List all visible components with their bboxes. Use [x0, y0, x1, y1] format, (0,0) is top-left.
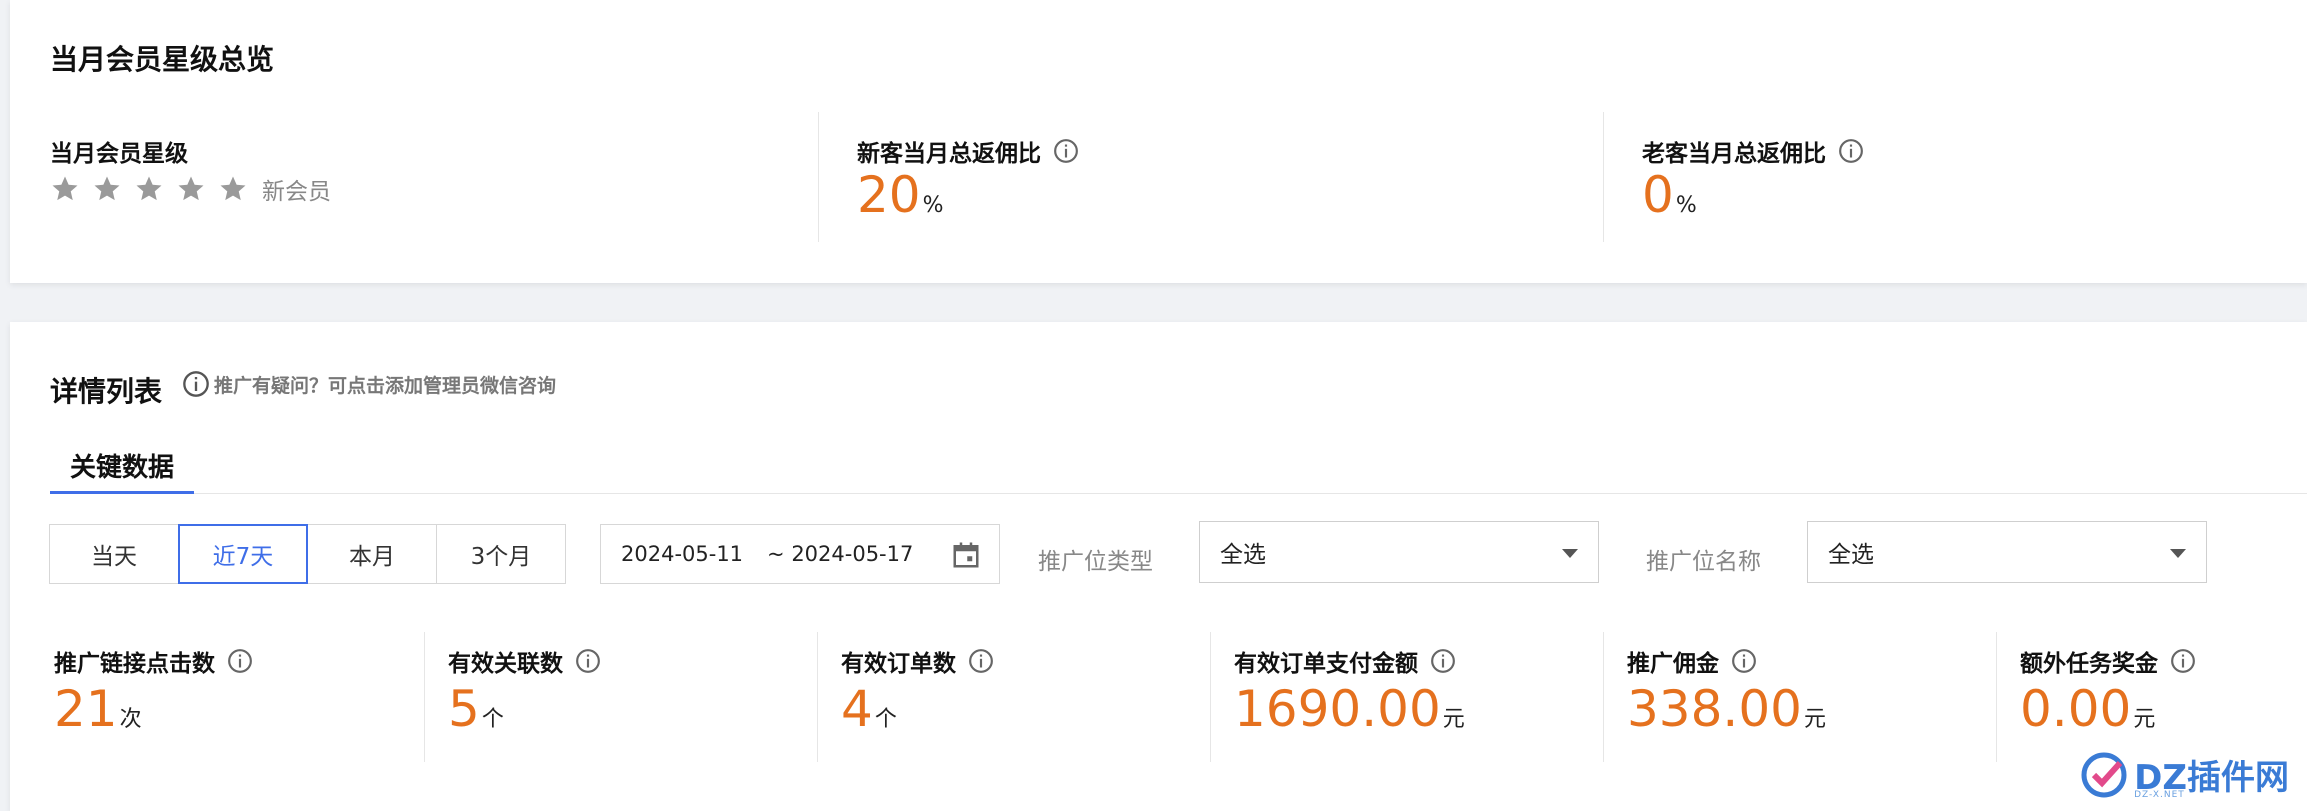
star-icon [94, 176, 120, 201]
metric-orders: 有效订单数 4个 [817, 632, 1210, 762]
help-hint-text: 推广有疑问？可点击添加管理员微信咨询 [214, 374, 557, 397]
filter-type-value: 全选 [1220, 542, 1266, 568]
date-range-selector: 当天 近7天 本月 3个月 [49, 524, 566, 584]
info-icon[interactable] [575, 648, 601, 674]
info-icon[interactable] [1053, 138, 1079, 164]
chevron-down-icon [1562, 549, 1578, 558]
help-hint[interactable]: 推广有疑问？可点击添加管理员微信咨询 [182, 370, 556, 398]
metric-value: 4个 [841, 680, 897, 738]
date-start: 2024-05-11 [621, 542, 744, 566]
range-today-button[interactable]: 当天 [49, 524, 179, 584]
metric-value: 21次 [54, 680, 142, 738]
date-range-picker[interactable]: 2024-05-11 ~ 2024-05-17 [600, 524, 1000, 584]
info-icon[interactable] [968, 648, 994, 674]
old-customer-ratio-label: 老客当月总返佣比 [1642, 134, 1864, 168]
member-level-text: 新会员 [262, 179, 331, 205]
new-customer-ratio-section: 新客当月总返佣比 20% [818, 112, 1603, 242]
details-title: 详情列表 [50, 375, 163, 408]
metric-bonus: 额外任务奖金 0.00元 [1996, 632, 2307, 762]
metric-value: 1690.00元 [1234, 680, 1465, 738]
filter-name-label: 推广位名称 [1646, 549, 1761, 575]
date-end: ~ 2024-05-17 [767, 542, 914, 566]
info-icon[interactable] [1430, 648, 1456, 674]
star-level-label: 当月会员星级 [50, 141, 188, 167]
star-icon [178, 176, 204, 201]
metric-label: 有效订单支付金额 [1234, 651, 1418, 677]
watermark-subtext: DZ-X.NET [2134, 790, 2185, 800]
range-month-button[interactable]: 本月 [307, 524, 437, 584]
overview-title: 当月会员星级总览 [50, 43, 275, 76]
old-customer-ratio-value: 0% [1642, 166, 1697, 224]
star-icon [52, 176, 78, 201]
star-rating: 新会员 [50, 172, 331, 206]
calendar-icon[interactable] [951, 540, 981, 570]
star-level-section: 当月会员星级 新会员 [50, 112, 550, 242]
tab-key-data[interactable]: 关键数据 [50, 442, 195, 494]
info-icon[interactable] [2170, 648, 2196, 674]
filter-name-value: 全选 [1828, 542, 1874, 568]
info-icon[interactable] [1838, 138, 1864, 164]
star-icon [220, 176, 246, 201]
info-icon[interactable] [1731, 648, 1757, 674]
metric-associations: 有效关联数 5个 [424, 632, 817, 762]
new-customer-ratio-label: 新客当月总返佣比 [857, 134, 1079, 168]
watermark: DZ插件网 DZ-X.NET [2080, 750, 2289, 800]
metric-label: 有效订单数 [841, 651, 956, 677]
range-3months-button[interactable]: 3个月 [436, 524, 566, 584]
metric-clicks: 推广链接点击数 21次 [54, 632, 424, 762]
watermark-logo-icon [2081, 752, 2127, 797]
metric-value: 0.00元 [2020, 680, 2156, 738]
filter-type-label: 推广位类型 [1038, 549, 1153, 575]
metric-payment-amount: 有效订单支付金额 1690.00元 [1210, 632, 1603, 762]
metric-label: 推广佣金 [1627, 651, 1719, 677]
star-icon [136, 176, 162, 201]
filter-type-select[interactable]: 全选 [1199, 521, 1599, 583]
info-icon[interactable] [227, 648, 253, 674]
tab-bar: 关键数据 [50, 442, 2307, 494]
metric-label: 额外任务奖金 [2020, 651, 2158, 677]
new-customer-ratio-value: 20% [857, 166, 944, 224]
details-card: 详情列表 推广有疑问？可点击添加管理员微信咨询 关键数据 当天 近7天 本月 3… [10, 322, 2307, 811]
range-7days-button[interactable]: 近7天 [178, 524, 308, 584]
old-customer-ratio-section: 老客当月总返佣比 0% [1603, 112, 2303, 242]
chevron-down-icon [2170, 549, 2186, 558]
metric-label: 推广链接点击数 [54, 651, 215, 677]
metric-value: 5个 [448, 680, 504, 738]
metric-value: 338.00元 [1627, 680, 1826, 738]
metric-label: 有效关联数 [448, 651, 563, 677]
overview-card: 当月会员星级总览 当月会员星级 新会员 新客当月总返佣比 20% 老客当月总返佣… [10, 0, 2307, 283]
info-icon [183, 371, 209, 397]
metric-commission: 推广佣金 338.00元 [1603, 632, 1996, 762]
filter-name-select[interactable]: 全选 [1807, 521, 2207, 583]
